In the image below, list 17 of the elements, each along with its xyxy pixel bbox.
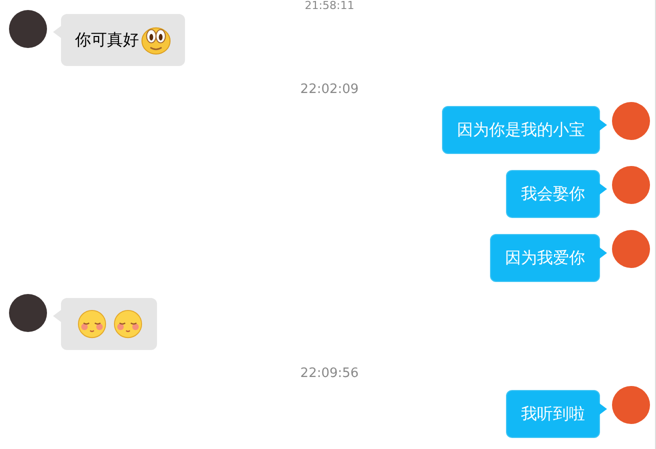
timestamp: 22:02:09 — [300, 82, 359, 98]
message-text: 因为你是我的小宝 — [457, 120, 585, 140]
blushing-face-icon — [77, 309, 107, 339]
avatar — [612, 386, 650, 424]
timestamp: 21:58:11 — [304, 0, 354, 12]
message-text: 你可真好 — [75, 30, 139, 50]
avatar — [9, 294, 47, 332]
message-text: 我会娶你 — [521, 184, 585, 204]
blushing-face-icon — [113, 309, 143, 339]
startled-face-icon — [141, 25, 171, 55]
message-text: 因为我爱你 — [505, 248, 585, 268]
avatar — [612, 102, 650, 140]
avatar — [9, 10, 47, 48]
avatar — [612, 230, 650, 268]
message-text: 我听到啦 — [521, 404, 585, 424]
timestamp: 22:09:56 — [300, 366, 359, 382]
avatar — [612, 166, 650, 204]
